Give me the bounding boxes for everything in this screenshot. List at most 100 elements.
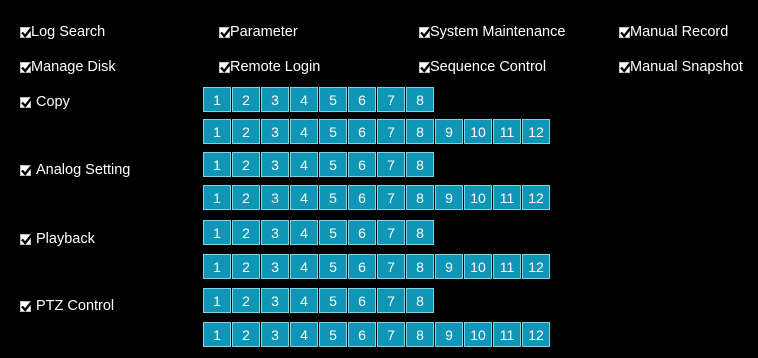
channel-button[interactable]: 3	[261, 185, 289, 210]
channel-button[interactable]: 8	[406, 288, 434, 313]
channel-button[interactable]: 4	[290, 254, 318, 279]
checkmark-icon[interactable]	[20, 233, 33, 245]
channel-button[interactable]: 2	[232, 152, 260, 177]
channel-button[interactable]: 1	[203, 288, 231, 313]
perm-ptz-control[interactable]: PTZ Control	[20, 296, 114, 316]
perm-sequence-control[interactable]: Sequence Control	[419, 57, 546, 77]
perm-system-maintenance[interactable]: System Maintenance	[419, 22, 565, 42]
channel-button[interactable]: 1	[203, 87, 231, 112]
channel-button[interactable]: 4	[290, 220, 318, 245]
channel-button[interactable]: 6	[348, 254, 376, 279]
channel-button[interactable]: 4	[290, 185, 318, 210]
channel-button[interactable]: 8	[406, 152, 434, 177]
checkmark-icon[interactable]	[20, 164, 33, 176]
channel-button[interactable]: 2	[232, 87, 260, 112]
perm-copy[interactable]: Copy	[20, 92, 70, 112]
perm-analog-setting[interactable]: Analog Setting	[20, 160, 130, 180]
channel-button[interactable]: 6	[348, 322, 376, 347]
channel-button[interactable]: 2	[232, 322, 260, 347]
channel-button[interactable]: 1	[203, 185, 231, 210]
checkmark-icon[interactable]	[219, 26, 232, 38]
channel-button[interactable]: 1	[203, 220, 231, 245]
channel-button[interactable]: 8	[406, 254, 434, 279]
checkmark-icon[interactable]	[419, 26, 432, 38]
channel-button[interactable]: 5	[319, 220, 347, 245]
channel-button[interactable]: 3	[261, 152, 289, 177]
channel-button[interactable]: 7	[377, 152, 405, 177]
channel-button[interactable]: 10	[464, 254, 492, 279]
checkmark-icon[interactable]	[20, 96, 33, 108]
channel-button[interactable]: 12	[522, 254, 550, 279]
checkmark-icon[interactable]	[619, 26, 632, 38]
perm-parameter[interactable]: Parameter	[219, 22, 298, 42]
checkmark-icon[interactable]	[20, 26, 33, 38]
channel-button[interactable]: 3	[261, 288, 289, 313]
channel-button[interactable]: 9	[435, 322, 463, 347]
channel-button[interactable]: 5	[319, 185, 347, 210]
channel-button[interactable]: 8	[406, 87, 434, 112]
channel-button[interactable]: 10	[464, 119, 492, 144]
channel-button[interactable]: 10	[464, 185, 492, 210]
channel-button[interactable]: 6	[348, 288, 376, 313]
channel-button[interactable]: 2	[232, 119, 260, 144]
perm-manual-snapshot[interactable]: Manual Snapshot	[619, 57, 743, 77]
channel-button[interactable]: 11	[493, 322, 521, 347]
channel-button[interactable]: 3	[261, 322, 289, 347]
channel-button[interactable]: 5	[319, 288, 347, 313]
channel-button[interactable]: 5	[319, 152, 347, 177]
channel-button[interactable]: 9	[435, 119, 463, 144]
channel-button[interactable]: 4	[290, 322, 318, 347]
channel-button[interactable]: 7	[377, 220, 405, 245]
channel-button[interactable]: 8	[406, 185, 434, 210]
channel-button[interactable]: 2	[232, 220, 260, 245]
channel-button[interactable]: 1	[203, 152, 231, 177]
channel-button[interactable]: 8	[406, 220, 434, 245]
channel-button[interactable]: 7	[377, 185, 405, 210]
perm-playback[interactable]: Playback	[20, 229, 95, 249]
channel-button[interactable]: 11	[493, 119, 521, 144]
channel-button[interactable]: 3	[261, 254, 289, 279]
channel-button[interactable]: 1	[203, 322, 231, 347]
channel-button[interactable]: 7	[377, 119, 405, 144]
checkmark-icon[interactable]	[20, 61, 33, 73]
channel-button[interactable]: 2	[232, 254, 260, 279]
channel-button[interactable]: 2	[232, 185, 260, 210]
checkmark-icon[interactable]	[619, 61, 632, 73]
channel-button[interactable]: 10	[464, 322, 492, 347]
channel-button[interactable]: 8	[406, 322, 434, 347]
channel-button[interactable]: 7	[377, 254, 405, 279]
channel-button[interactable]: 6	[348, 87, 376, 112]
perm-remote-login[interactable]: Remote Login	[219, 57, 320, 77]
channel-button[interactable]: 8	[406, 119, 434, 144]
channel-button[interactable]: 6	[348, 185, 376, 210]
channel-button[interactable]: 2	[232, 288, 260, 313]
channel-button[interactable]: 5	[319, 254, 347, 279]
channel-button[interactable]: 4	[290, 152, 318, 177]
checkmark-icon[interactable]	[219, 61, 232, 73]
channel-button[interactable]: 11	[493, 185, 521, 210]
channel-button[interactable]: 6	[348, 220, 376, 245]
channel-button[interactable]: 7	[377, 87, 405, 112]
channel-button[interactable]: 6	[348, 152, 376, 177]
channel-button[interactable]: 7	[377, 288, 405, 313]
channel-button[interactable]: 9	[435, 254, 463, 279]
channel-button[interactable]: 5	[319, 119, 347, 144]
channel-button[interactable]: 12	[522, 119, 550, 144]
channel-button[interactable]: 12	[522, 322, 550, 347]
checkmark-icon[interactable]	[419, 61, 432, 73]
channel-button[interactable]: 3	[261, 87, 289, 112]
channel-button[interactable]: 1	[203, 254, 231, 279]
perm-manual-record[interactable]: Manual Record	[619, 22, 728, 42]
channel-button[interactable]: 5	[319, 322, 347, 347]
perm-log-search[interactable]: Log Search	[20, 22, 105, 42]
channel-button[interactable]: 4	[290, 288, 318, 313]
channel-button[interactable]: 11	[493, 254, 521, 279]
perm-manage-disk[interactable]: Manage Disk	[20, 57, 116, 77]
channel-button[interactable]: 6	[348, 119, 376, 144]
channel-button[interactable]: 7	[377, 322, 405, 347]
channel-button[interactable]: 4	[290, 119, 318, 144]
channel-button[interactable]: 1	[203, 119, 231, 144]
checkmark-icon[interactable]	[20, 300, 33, 312]
channel-button[interactable]: 5	[319, 87, 347, 112]
channel-button[interactable]: 9	[435, 185, 463, 210]
